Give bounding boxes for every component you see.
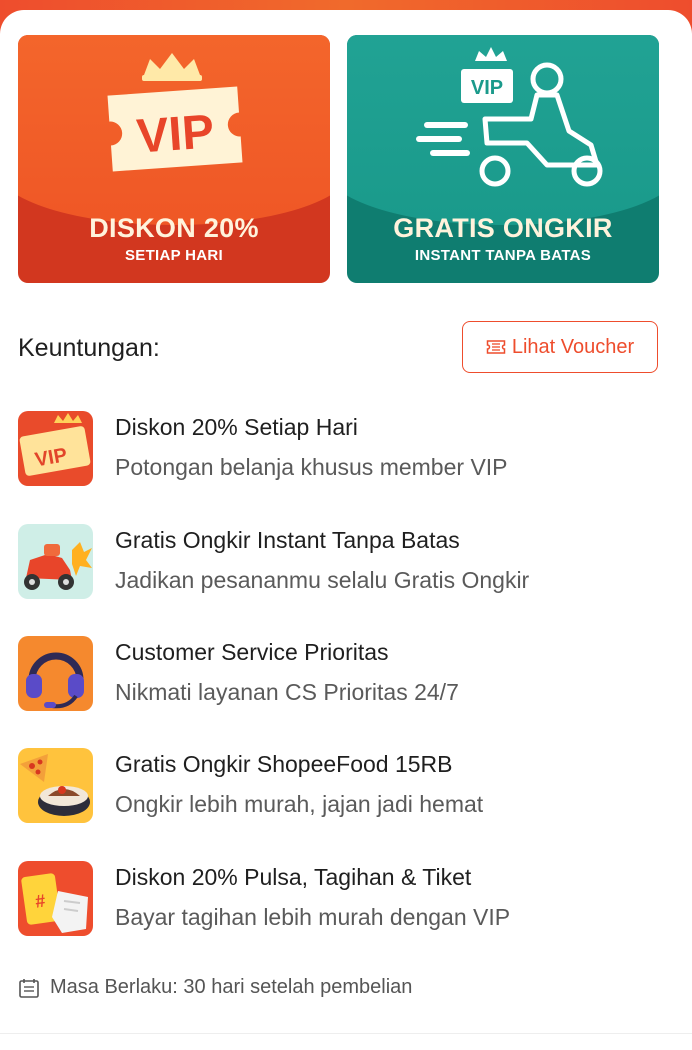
benefit-description: Potongan belanja khusus member VIP: [115, 454, 508, 480]
scooter-icon: [18, 524, 93, 599]
benefit-title: Diskon 20% Pulsa, Tagihan & Tiket: [115, 864, 472, 890]
bill-icon: #: [18, 861, 93, 936]
vip-banner-subtitle: SETIAP HARI: [124, 247, 224, 264]
benefits-heading: Keuntungan:: [18, 334, 160, 362]
benefit-title: Gratis Ongkir Instant Tanpa Batas: [115, 527, 460, 553]
ongkir-banner-subtitle: INSTANT TANPA BATAS: [414, 247, 592, 264]
calendar-icon: [19, 978, 39, 998]
vip-benefits-card: VIP DISKON 20% SETIAP HARI VIP GRATIS ON…: [0, 10, 692, 1050]
benefit-item: # Diskon 20% Pulsa, Tagihan & Tiket Baya…: [18, 861, 668, 941]
benefit-description: Ongkir lebih murah, jajan jadi hemat: [115, 791, 484, 817]
headset-icon: [18, 636, 93, 711]
ongkir-banner-badge: VIP: [471, 77, 503, 99]
benefit-item: Customer Service Prioritas Nikmati layan…: [18, 636, 668, 716]
view-voucher-label: Lihat Voucher: [511, 335, 635, 358]
benefit-title: Customer Service Prioritas: [115, 639, 389, 665]
voucher-icon: [486, 340, 506, 354]
benefit-description: Bayar tagihan lebih murah dengan VIP: [115, 904, 511, 930]
validity-text: Masa Berlaku: 30 hari setelah pembelian: [50, 976, 413, 998]
benefit-item: Gratis Ongkir ShopeeFood 15RB Ongkir leb…: [18, 748, 668, 828]
vip-discount-banner[interactable]: VIP DISKON 20% SETIAP HARI: [18, 35, 330, 283]
ongkir-banner-title: GRATIS ONGKIR: [393, 213, 613, 243]
benefit-title: Diskon 20% Setiap Hari: [115, 414, 358, 440]
benefit-description: Jadikan pesananmu selalu Gratis Ongkir: [115, 567, 530, 593]
vip-banner-title: DISKON 20%: [89, 213, 259, 243]
view-voucher-button[interactable]: Lihat Voucher: [462, 321, 658, 373]
benefit-title: Gratis Ongkir ShopeeFood 15RB: [115, 751, 453, 777]
benefit-description: Nikmati layanan CS Prioritas 24/7: [115, 679, 459, 705]
benefit-item: Gratis Ongkir Instant Tanpa Batas Jadika…: [18, 524, 668, 604]
divider: [0, 1033, 692, 1034]
validity-info: Masa Berlaku: 30 hari setelah pembelian: [18, 976, 412, 999]
vip-ticket-icon: VIP: [18, 411, 93, 486]
vip-banner-badge: VIP: [135, 105, 216, 163]
benefit-item: VIP Diskon 20% Setiap Hari Potongan bela…: [18, 411, 668, 491]
vip-ticket-icon: VIP: [107, 53, 243, 172]
delivery-scooter-icon: VIP: [416, 47, 603, 187]
food-icon: [18, 748, 93, 823]
free-shipping-banner[interactable]: VIP GRATIS ONGKIR INSTANT TANPA BATAS: [347, 35, 659, 283]
